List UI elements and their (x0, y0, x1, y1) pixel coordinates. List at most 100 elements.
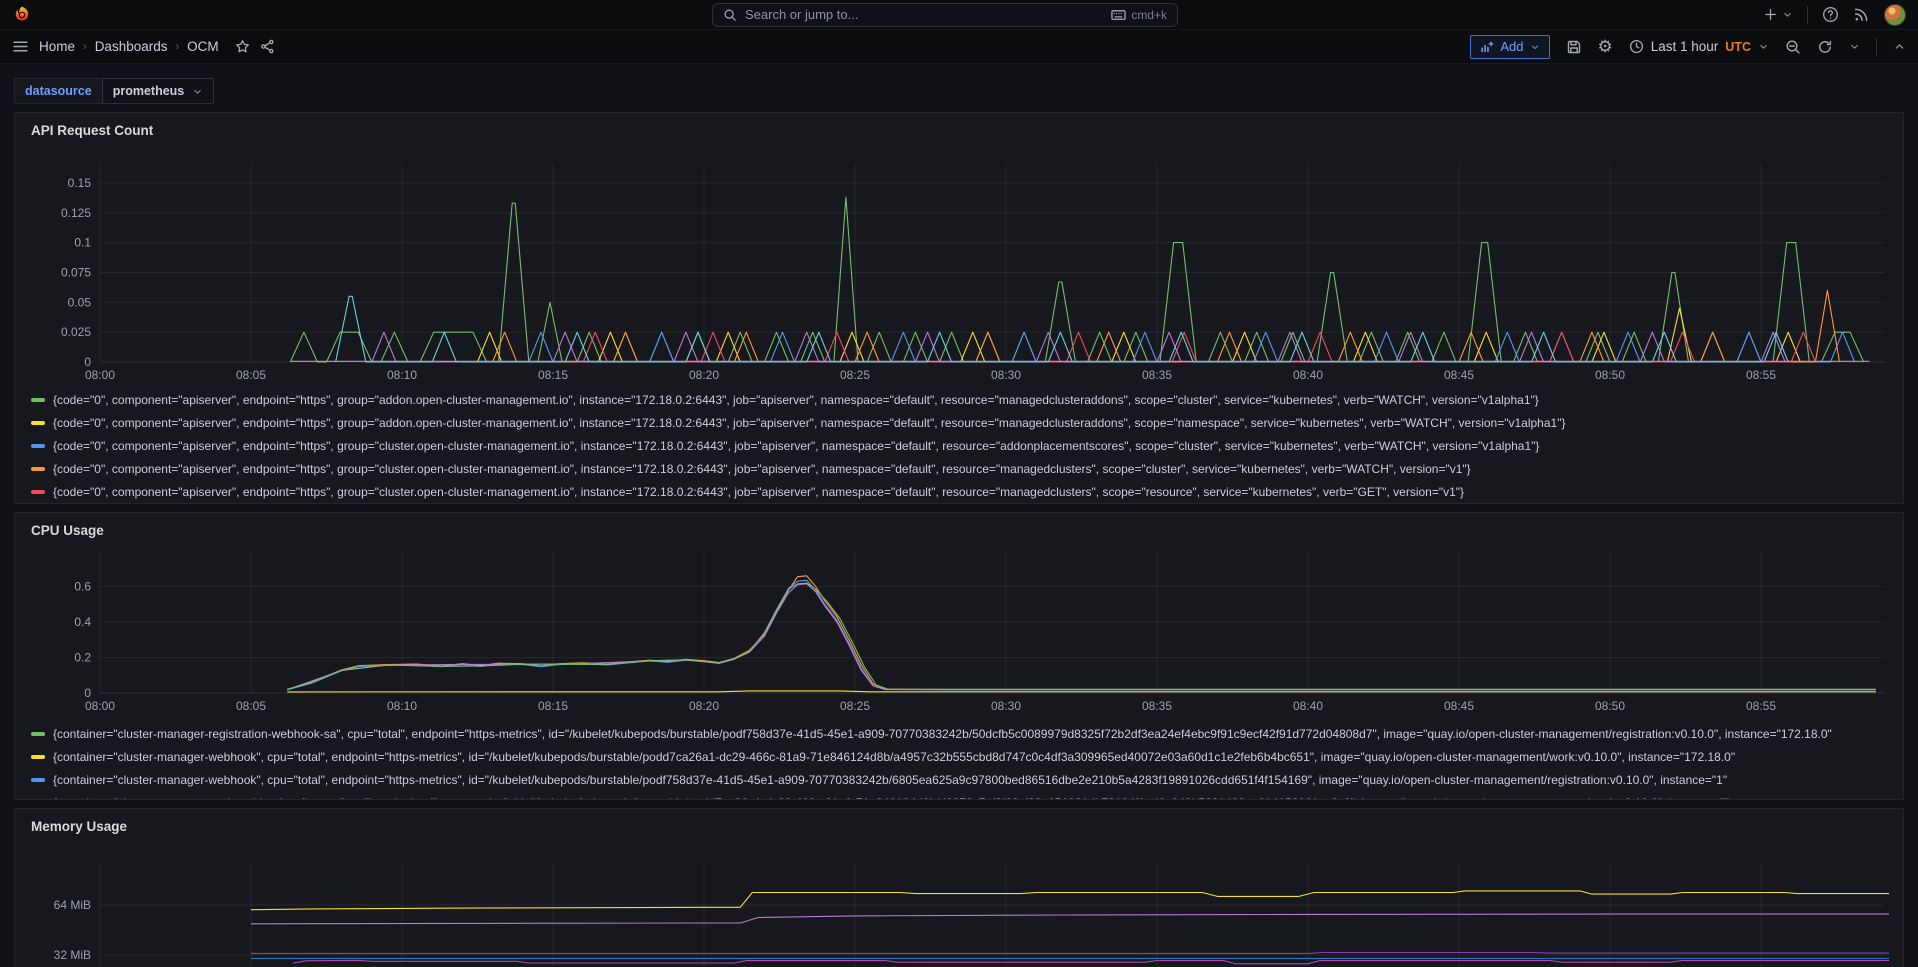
breadcrumb-home[interactable]: Home (39, 39, 75, 54)
legend-label: {code="0", component="apiserver", endpoi… (53, 485, 1464, 499)
x-axis-tick: 08:45 (1444, 699, 1474, 713)
panel-memory-usage: Memory Usage 32 MiB64 MiB08:0008:0508:10… (14, 808, 1904, 967)
x-axis-tick: 08:20 (689, 368, 719, 382)
x-axis-tick: 08:40 (1293, 368, 1323, 382)
x-axis-tick: 08:15 (538, 368, 568, 382)
grafana-logo[interactable] (12, 5, 32, 25)
cpu-usage-chart[interactable]: 00.20.40.608:0008:0508:1008:1508:2008:25… (31, 548, 1889, 718)
search-shortcut: cmd+k (1111, 8, 1167, 22)
variable-value-select[interactable]: prometheus (102, 78, 215, 104)
keyboard-icon (1111, 9, 1126, 21)
series-line (287, 583, 1876, 689)
collapse-toolbar-button[interactable] (1893, 40, 1906, 53)
x-axis-tick: 08:30 (991, 699, 1021, 713)
refresh-icon (1817, 39, 1833, 55)
user-avatar[interactable] (1884, 4, 1906, 26)
panel-legend: {code="0", component="apiserver", endpoi… (31, 384, 1887, 503)
zoom-out-time-button[interactable] (1785, 39, 1801, 55)
timezone-label: UTC (1725, 40, 1751, 54)
legend-item[interactable]: {code="0", component="apiserver", endpoi… (31, 411, 1887, 434)
legend-item[interactable]: {code="0", component="apiserver", endpoi… (31, 388, 1887, 411)
panel-title[interactable]: Memory Usage (31, 816, 1887, 838)
x-axis-tick: 08:00 (85, 699, 115, 713)
x-axis-tick: 08:10 (387, 368, 417, 382)
y-axis-tick: 64 MiB (54, 898, 91, 912)
share-button[interactable] (260, 39, 275, 54)
refresh-interval-button[interactable] (1849, 41, 1860, 52)
chevron-down-icon (1758, 41, 1769, 52)
search-icon (723, 8, 737, 22)
zoom-out-icon (1785, 39, 1801, 55)
series-line (287, 576, 1876, 690)
x-axis-tick: 08:50 (1595, 699, 1625, 713)
time-range-label: Last 1 hour (1651, 39, 1719, 54)
breadcrumb-dashboards[interactable]: Dashboards (95, 39, 168, 54)
series-line (287, 580, 1876, 690)
y-axis-tick: 0.1 (74, 236, 91, 250)
y-axis-tick: 0.4 (74, 615, 91, 629)
legend-label: {code="0", component="apiserver", endpoi… (53, 439, 1539, 453)
save-icon (1566, 39, 1582, 55)
legend-label: {container="cluster-manager-webhook", cp… (53, 750, 1735, 764)
legend-item[interactable]: {container="cluster-manager-webhook", cp… (31, 768, 1887, 791)
panel-cpu-usage: CPU Usage 00.20.40.608:0008:0508:1008:15… (14, 512, 1904, 800)
add-panel-button[interactable]: Add (1470, 35, 1549, 59)
series-line (287, 584, 1876, 690)
x-axis-tick: 08:00 (85, 368, 115, 382)
search-input[interactable]: Search or jump to... cmd+k (712, 3, 1178, 27)
panel-title[interactable]: API Request Count (31, 120, 1887, 142)
save-dashboard-button[interactable] (1566, 39, 1582, 55)
series-line (583, 332, 1815, 362)
x-axis-tick: 08:45 (1444, 368, 1474, 382)
time-range-picker[interactable]: Last 1 hour UTC (1629, 39, 1769, 54)
y-axis-tick: 0.15 (68, 176, 92, 190)
variables-row: datasource prometheus (14, 78, 1904, 104)
legend-label: {code="0", component="apiserver", endpoi… (53, 416, 1565, 430)
api-request-count-chart[interactable]: 00.0250.050.0750.10.1250.1508:0008:0508:… (31, 160, 1889, 384)
x-axis-tick: 08:30 (991, 368, 1021, 382)
legend-label: {code="0", component="apiserver", endpoi… (53, 393, 1539, 407)
dashboard-settings-button[interactable]: ⚙ (1598, 38, 1613, 55)
dashboard-canvas: datasource prometheus API Request Count … (0, 64, 1918, 967)
series-line (493, 290, 1840, 362)
variable-label-datasource[interactable]: datasource (14, 78, 102, 104)
legend-item[interactable]: {code="0", component="apiserver", endpoi… (31, 480, 1887, 503)
x-axis-tick: 08:55 (1746, 368, 1776, 382)
new-menu-button[interactable] (1763, 7, 1793, 22)
y-axis-tick: 0.025 (61, 325, 91, 339)
y-axis-tick: 0.2 (74, 651, 91, 665)
series-line (251, 953, 1889, 954)
legend-item[interactable]: {container="cluster-manager-webhook", cp… (31, 745, 1887, 768)
legend-swatch (31, 732, 45, 736)
series-line (478, 308, 1801, 362)
legend-item[interactable]: {code="0", component="apiserver", endpoi… (31, 434, 1887, 457)
memory-usage-chart[interactable]: 32 MiB64 MiB08:0008:0508:1008:1508:2008:… (31, 860, 1889, 967)
favorite-button[interactable] (235, 39, 250, 54)
legend-swatch (31, 398, 45, 402)
panel-title[interactable]: CPU Usage (31, 520, 1887, 542)
help-button[interactable] (1822, 6, 1839, 23)
star-icon (235, 39, 250, 54)
y-axis-tick: 0.05 (68, 295, 92, 309)
chevron-down-icon (1782, 9, 1793, 20)
x-axis-tick: 08:50 (1595, 368, 1625, 382)
news-icon (1853, 6, 1870, 23)
y-axis-tick: 32 MiB (54, 948, 91, 962)
series-line (287, 691, 1876, 692)
news-button[interactable] (1853, 6, 1870, 23)
legend-swatch (31, 755, 45, 759)
legend-item[interactable]: {container="cluster-manager-registration… (31, 722, 1887, 745)
legend-label: {code="0", component="apiserver", endpoi… (53, 462, 1471, 476)
y-axis-tick: 0 (84, 686, 91, 700)
breadcrumb-separator: › (83, 41, 87, 53)
chevron-up-icon (1893, 40, 1906, 53)
legend-label: {container="cluster-manager-registration… (53, 727, 1832, 741)
legend-item[interactable]: {code="0", component="apiserver", endpoi… (31, 457, 1887, 480)
x-axis-tick: 08:15 (538, 699, 568, 713)
legend-label: {container="cluster-manager-webhook", cp… (53, 773, 1727, 787)
x-axis-tick: 08:10 (387, 699, 417, 713)
mega-menu-button[interactable] (12, 38, 29, 55)
refresh-button[interactable] (1817, 39, 1833, 55)
x-axis-tick: 08:05 (236, 368, 266, 382)
legend-item[interactable]: {container="cluster-manager-work-webhook… (31, 791, 1887, 800)
